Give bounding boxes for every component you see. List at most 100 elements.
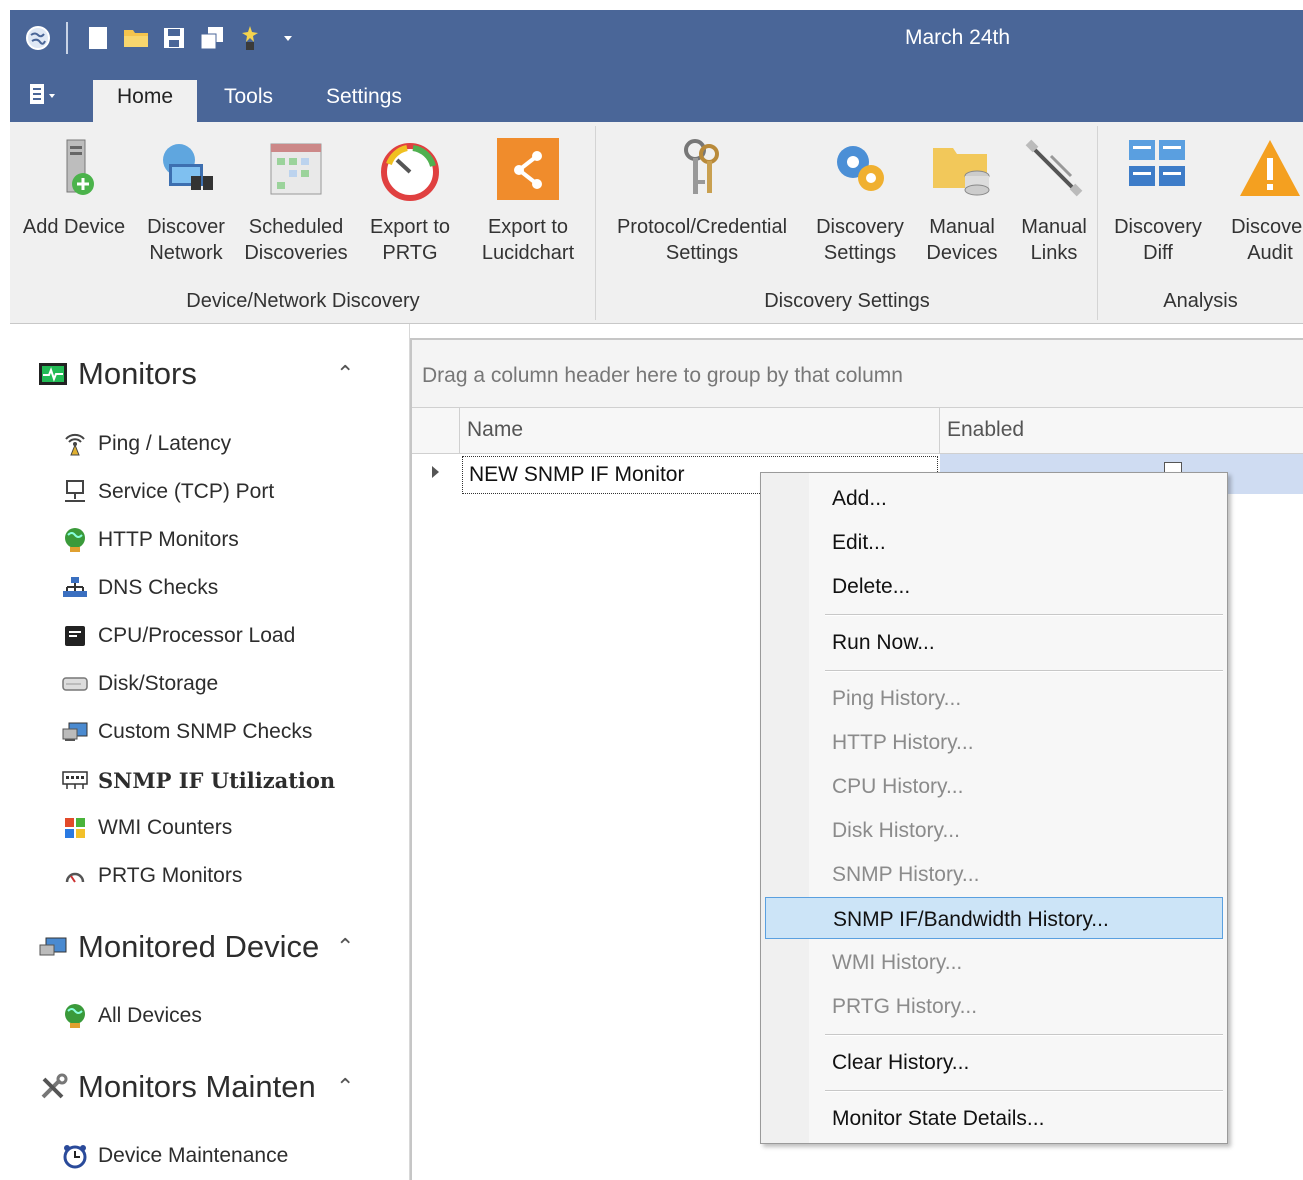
dns-tree-icon — [60, 574, 90, 602]
navigation-pane: Monitors ⌃ Ping / Latency Service (TCP) … — [10, 324, 410, 1180]
manual-links-button[interactable]: Manual Links — [1012, 136, 1096, 266]
menu-separator — [825, 614, 1223, 616]
menu-item-prtg-history: PRTG History... — [832, 995, 978, 1018]
ribbon-group-device-network-discovery: Add Device Discover Network Scheduled Di… — [10, 122, 596, 324]
nav-item-all-devices[interactable]: All Devices — [60, 1000, 202, 1032]
menu-item-run-now[interactable]: Run Now... — [765, 621, 1223, 663]
row-indicator-header — [412, 408, 460, 454]
menu-item-http-history: HTTP History... — [832, 731, 974, 754]
globe-icon[interactable] — [22, 22, 54, 54]
ribbon: Add Device Discover Network Scheduled Di… — [10, 122, 1303, 324]
chevron-up-icon[interactable]: ⌃ — [336, 927, 354, 967]
alarm-clock-icon — [60, 1142, 90, 1170]
network-port-icon — [60, 478, 90, 506]
new-document-icon[interactable] — [82, 22, 114, 54]
add-device-button[interactable]: Add Device — [18, 136, 130, 240]
warning-icon — [1240, 140, 1300, 196]
nav-item-custom-snmp-checks[interactable]: Custom SNMP Checks — [60, 716, 312, 748]
protocol-credential-settings-button[interactable]: Protocol/Credential Settings — [608, 136, 796, 266]
diff-icon — [1129, 140, 1185, 186]
tools-icon — [36, 1073, 70, 1101]
nav-item-cpu-processor-load[interactable]: CPU/Processor Load — [60, 620, 295, 652]
toolbar-separator — [66, 22, 68, 54]
menu-item-disk-history: Disk History... — [832, 819, 960, 842]
discovery-diff-button[interactable]: Discovery Diff — [1108, 136, 1208, 266]
nav-item-wmi-counters[interactable]: WMI Counters — [60, 812, 232, 844]
nav-section-monitors[interactable]: Monitors ⌃ — [36, 354, 376, 394]
nav-item-http-monitors[interactable]: HTTP Monitors — [60, 524, 239, 556]
menu-item-delete[interactable]: Delete... — [765, 565, 1223, 607]
cable-icon — [1025, 139, 1083, 197]
nav-item-snmp-if-utilization[interactable]: SNMP IF Utilization — [60, 764, 335, 796]
gears-icon — [837, 146, 884, 191]
chevron-up-icon[interactable]: ⌃ — [336, 1067, 354, 1107]
disk-icon — [60, 670, 90, 698]
tab-home[interactable]: Home — [93, 80, 198, 122]
windows-icon — [60, 814, 90, 842]
menu-separator — [825, 1034, 1223, 1036]
nav-item-device-maintenance[interactable]: Device Maintenance — [60, 1140, 288, 1172]
group-label-discovery-settings: Discovery Settings — [764, 290, 930, 312]
menu-item-add[interactable]: Add... — [765, 477, 1223, 519]
tab-tools[interactable]: Tools — [200, 80, 297, 122]
menu-item-edit[interactable]: Edit... — [765, 521, 1223, 563]
ribbon-tab-bar: Home Tools Settings — [10, 66, 1303, 122]
nav-section-monitors-maintenance[interactable]: Monitors Mainten ⌃ — [36, 1067, 376, 1107]
open-folder-icon[interactable] — [120, 22, 152, 54]
save-icon[interactable] — [158, 22, 190, 54]
save-all-icon[interactable] — [196, 22, 228, 54]
share-icon — [497, 138, 559, 200]
prtg-icon — [60, 862, 90, 890]
monitor-icon — [36, 360, 70, 388]
title-bar: March 24th — [10, 10, 1303, 66]
scheduled-discoveries-button[interactable]: Scheduled Discoveries — [238, 136, 354, 266]
discovery-settings-button[interactable]: Discovery Settings — [810, 136, 910, 266]
nav-item-ping-latency[interactable]: Ping / Latency — [60, 428, 231, 460]
export-to-prtg-button[interactable]: Export to PRTG — [360, 136, 460, 266]
nav-section-title: Monitored Device — [78, 929, 320, 964]
manual-devices-button[interactable]: Manual Devices — [918, 136, 1006, 266]
antenna-icon — [60, 430, 90, 458]
context-menu: Add... Edit... Delete... Run Now... Ping… — [760, 472, 1228, 1144]
menu-item-cpu-history: CPU History... — [832, 775, 964, 798]
window-title: March 24th — [905, 26, 1011, 49]
nav-section-monitored-device[interactable]: Monitored Device ⌃ — [36, 927, 376, 967]
export-to-lucidchart-button[interactable]: Export to Lucidchart — [470, 136, 586, 266]
quick-access-toolbar — [10, 10, 304, 66]
keys-icon — [684, 139, 719, 194]
menu-item-ping-history: Ping History... — [832, 687, 962, 710]
discover-network-button[interactable]: Discover Network — [136, 136, 236, 266]
menu-item-snmp-history: SNMP History... — [832, 863, 980, 886]
expand-row-icon[interactable] — [432, 466, 439, 478]
menu-item-monitor-state-details[interactable]: Monitor State Details... — [765, 1097, 1223, 1139]
switch-icon — [60, 766, 90, 794]
menu-item-clear-history[interactable]: Clear History... — [765, 1041, 1223, 1083]
nav-item-disk-storage[interactable]: Disk/Storage — [60, 668, 218, 700]
column-header-enabled[interactable]: Enabled — [940, 408, 1303, 454]
wizard-icon[interactable] — [234, 22, 266, 54]
globe-user-icon — [60, 526, 90, 554]
binoculars-computer-icon — [163, 144, 213, 190]
calendar-icon — [270, 143, 322, 195]
menu-item-wmi-history: WMI History... — [832, 951, 963, 974]
chevron-up-icon[interactable]: ⌃ — [336, 354, 354, 394]
menu-item-snmp-if-bandwidth-history[interactable]: SNMP IF/Bandwidth History... — [765, 897, 1223, 939]
cpu-icon — [60, 622, 90, 650]
discover-audit-button[interactable]: Discover Audit — [1220, 136, 1303, 266]
nav-section-title: Monitors — [78, 356, 197, 391]
customize-dropdown-icon[interactable] — [272, 22, 304, 54]
snmp-check-icon — [60, 718, 90, 746]
nav-item-dns-checks[interactable]: DNS Checks — [60, 572, 218, 604]
nav-item-prtg-monitors[interactable]: PRTG Monitors — [60, 860, 242, 892]
gauge-icon — [381, 143, 439, 201]
group-by-panel[interactable]: Drag a column header here to group by th… — [412, 340, 1303, 408]
group-label-analysis: Analysis — [1163, 290, 1238, 312]
nav-item-service-tcp-port[interactable]: Service (TCP) Port — [60, 476, 274, 508]
ribbon-group-discovery-settings: Protocol/Credential Settings Discovery S… — [596, 122, 1098, 324]
column-header-name[interactable]: Name — [460, 408, 940, 454]
nav-section-title: Monitors Mainten — [78, 1069, 316, 1104]
monitored-device-icon — [36, 933, 70, 961]
application-menu-button[interactable] — [28, 80, 62, 108]
tab-settings[interactable]: Settings — [302, 80, 426, 122]
folder-database-icon — [933, 148, 990, 196]
